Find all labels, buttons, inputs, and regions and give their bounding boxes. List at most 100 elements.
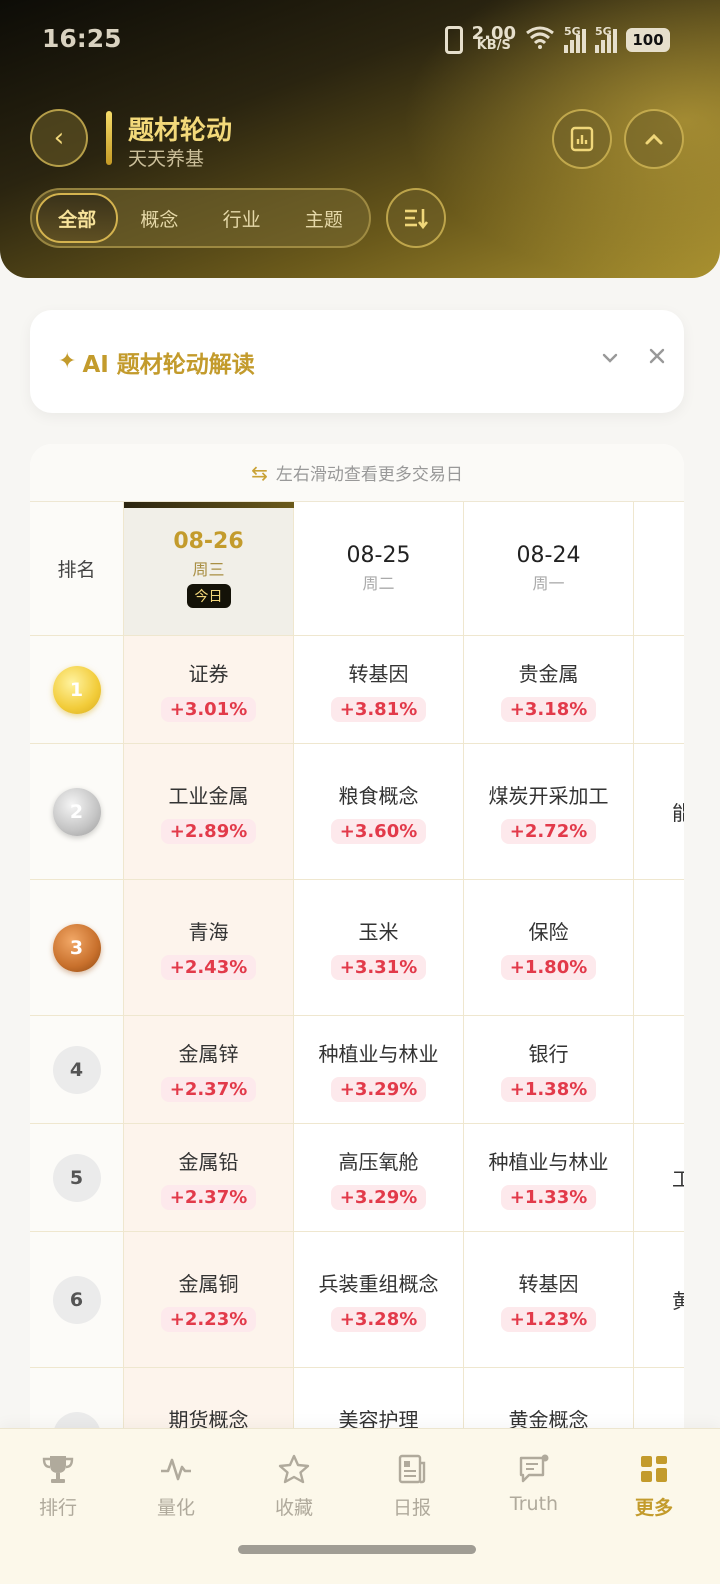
date-header-today[interactable]: 08-26 周三 今日 [124,502,294,635]
theme-name: 青海 [188,919,229,944]
collapse-button[interactable] [624,109,684,169]
ai-insight-title: AI 题材轮动解读 [82,351,255,378]
nav-more[interactable]: 更多 [604,1449,704,1520]
theme-cell[interactable]: 金属铅 +2.37% [124,1124,294,1231]
theme-cell[interactable]: 青海 +2.43% [124,880,294,1015]
back-button[interactable]: ‹ [30,109,88,167]
nav-label: 日报 [392,1497,431,1519]
theme-cell[interactable]: 转基因 +1.23% [464,1232,634,1367]
theme-change: +3.31% [330,954,427,980]
theme-cell[interactable]: 工业金属 +2.89% [124,744,294,879]
rank-header: 排名 [57,559,96,581]
theme-cell[interactable]: 兵装重组概念 +3.28% [294,1232,464,1367]
theme-cell[interactable]: 玉米 +3.31% [294,880,464,1015]
column-weekday: 周三 [192,560,225,579]
today-badge: 今日 [186,584,231,608]
theme-name: 金属铜 [178,1271,239,1296]
theme-cell[interactable]: 银行 +1.38% [464,1016,634,1123]
signal-icon-2: 5G [595,25,617,53]
trophy-icon [41,1449,75,1489]
theme-name-partial: 能 [672,801,684,825]
theme-name: 粮食概念 [338,783,419,808]
theme-change: +3.18% [500,696,597,722]
swipe-hint-text: 左右滑动查看更多交易日 [275,465,463,485]
rank-number-badge: 4 [52,1045,101,1094]
theme-name: 贵金属 [518,661,579,686]
date-header[interactable]: 08-24 周一 [464,502,634,635]
rotation-table[interactable]: ⇆ 左右滑动查看更多交易日 排名 08-26 周三 今日 08-25 周二 08… [30,444,684,1444]
theme-name: 金属锌 [178,1041,239,1066]
theme-cell[interactable]: 证券 +3.01% [124,636,294,743]
column-date: 08-24 [516,543,581,568]
theme-name: 煤炭开采加工 [488,783,609,808]
signal-icon-1: 5G [564,25,586,53]
theme-change: +2.23% [160,1306,257,1332]
theme-cell-partial [634,1016,684,1123]
nav-quant[interactable]: 量化 [126,1449,226,1520]
tab-concept[interactable]: 概念 [118,193,200,243]
date-header-partial [634,502,684,635]
tab-all[interactable]: 全部 [36,193,119,243]
theme-change: +3.60% [330,818,427,844]
bronze-medal-icon: 3 [52,923,101,972]
status-time: 16:25 [42,24,122,53]
sort-button[interactable] [386,188,446,248]
home-indicator[interactable] [238,1545,476,1554]
theme-cell[interactable]: 金属铜 +2.23% [124,1232,294,1367]
theme-cell[interactable]: 高压氧舱 +3.29% [294,1124,464,1231]
ai-insight-card[interactable]: ✦ AI 题材轮动解读 [30,310,684,413]
table-row: 6 金属铜 +2.23% 兵装重组概念 +3.28% 转基因 +1.23% 黄 [30,1232,684,1368]
theme-cell[interactable]: 金属锌 +2.37% [124,1016,294,1123]
expand-button[interactable] [601,348,619,369]
status-icons: 2.00 KB/S 5G 5G 100 [444,25,670,55]
signal-label-2: 5G [595,25,612,38]
theme-cell[interactable]: 保险 +1.80% [464,880,634,1015]
nav-favorites[interactable]: 收藏 [244,1449,344,1520]
theme-name: 高压氧舱 [338,1149,419,1174]
newspaper-icon [396,1449,428,1489]
table-row: 1 证券 +3.01% 转基因 +3.81% 贵金属 +3.18% [30,636,684,744]
bottom-navigation: 排行 量化 收藏 日报 Truth 更多 [0,1428,720,1584]
theme-cell-partial: 能 [634,744,684,879]
theme-cell[interactable]: 粮食概念 +3.60% [294,744,464,879]
rank-cell: 4 [30,1016,124,1123]
nav-label: 量化 [156,1497,195,1519]
network-speed-unit: KB/S [476,38,511,53]
star-icon [277,1449,311,1489]
date-header[interactable]: 08-25 周二 [294,502,464,635]
theme-name: 保险 [528,919,569,944]
theme-change: +3.81% [330,696,427,722]
rank-cell: 5 [30,1124,124,1231]
vibrate-icon [444,26,463,54]
rank-header-cell: 排名 [30,502,124,635]
theme-change: +2.89% [160,818,257,844]
close-button[interactable] [648,343,666,371]
column-date: 08-26 [173,529,244,554]
report-button[interactable] [552,109,612,169]
tab-theme[interactable]: 主题 [283,193,365,243]
theme-change: +1.38% [500,1076,597,1102]
theme-name: 转基因 [518,1271,579,1296]
grid-icon [639,1449,669,1489]
sparkle-icon: ✦ [58,349,77,374]
nav-label: 更多 [634,1497,673,1519]
rank-cell: 2 [30,744,124,879]
theme-cell[interactable]: 贵金属 +3.18% [464,636,634,743]
nav-ranking[interactable]: 排行 [8,1449,108,1520]
nav-truth[interactable]: Truth [484,1449,584,1515]
sort-icon [405,209,429,230]
theme-cell-partial [634,880,684,1015]
theme-cell[interactable]: 种植业与林业 +3.29% [294,1016,464,1123]
pulse-icon [159,1449,193,1489]
column-weekday: 周一 [532,574,565,593]
table-row: 3 青海 +2.43% 玉米 +3.31% 保险 +1.80% [30,880,684,1016]
theme-cell[interactable]: 煤炭开采加工 +2.72% [464,744,634,879]
close-icon [649,348,665,364]
nav-daily-report[interactable]: 日报 [362,1449,462,1520]
wifi-icon [525,25,555,55]
rank-number-badge: 5 [52,1153,101,1202]
theme-change: +3.01% [160,696,257,722]
theme-cell[interactable]: 种植业与林业 +1.33% [464,1124,634,1231]
theme-cell[interactable]: 转基因 +3.81% [294,636,464,743]
tab-industry[interactable]: 行业 [201,193,283,243]
